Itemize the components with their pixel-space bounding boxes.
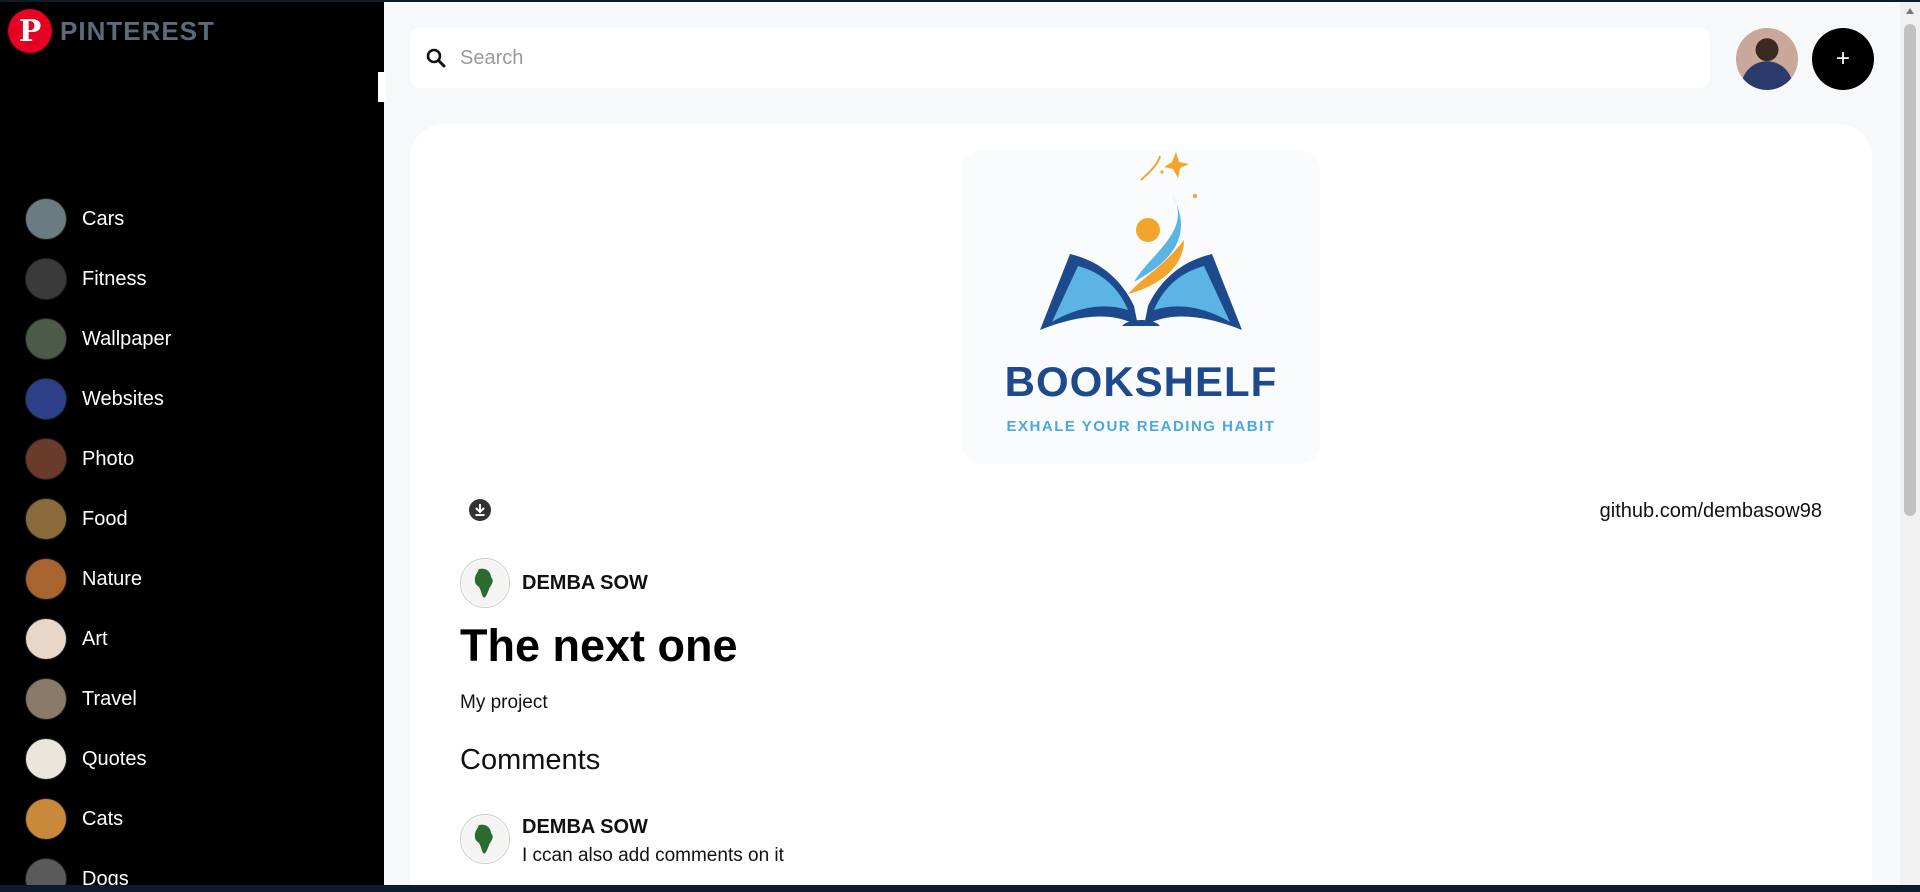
category-thumbnail: [25, 558, 67, 600]
pinterest-logo-icon: P: [8, 9, 52, 53]
sidebar-item-label: Wallpaper: [82, 327, 172, 350]
sidebar-item-food[interactable]: Food: [25, 489, 171, 549]
category-thumbnail: [25, 438, 67, 480]
category-thumbnail: [25, 258, 67, 300]
sidebar-item-nature[interactable]: Nature: [25, 549, 171, 609]
sidebar-item-fitness[interactable]: Fitness: [25, 249, 171, 309]
sidebar-item-label: Quotes: [82, 747, 147, 770]
category-thumbnail: [25, 318, 67, 360]
sidebar-item-cats[interactable]: Cats: [25, 789, 171, 849]
category-thumbnail: [25, 198, 67, 240]
sidebar-item-label: Nature: [82, 567, 143, 590]
comment-item: DEMBA SOW I ccan also add comments on it: [460, 814, 784, 867]
image-title-text: BOOKSHELF: [1004, 358, 1278, 405]
sidebar-item-websites[interactable]: Websites: [25, 369, 171, 429]
comments-heading: Comments: [460, 744, 601, 776]
scroll-up-icon[interactable]: [1906, 8, 1914, 14]
sidebar-item-dogs[interactable]: Dogs: [25, 849, 171, 885]
globe-avatar-icon[interactable]: [460, 814, 510, 864]
sidebar-item-quotes[interactable]: Quotes: [25, 729, 171, 789]
category-thumbnail: [25, 798, 67, 840]
brand-name: PINTEREST: [60, 15, 215, 46]
globe-avatar-icon: [460, 558, 510, 608]
sidebar-item-label: Fitness: [82, 267, 147, 290]
category-thumbnail: [25, 618, 67, 660]
pin-author[interactable]: DEMBA SOW: [460, 558, 648, 608]
category-thumbnail: [25, 738, 67, 780]
sidebar-item-label: Cars: [82, 207, 125, 230]
search-icon: [426, 48, 446, 68]
sidebar-item-label: Photo: [82, 447, 135, 470]
download-icon[interactable]: [468, 498, 492, 522]
sidebar-item-art[interactable]: Art: [25, 609, 171, 669]
sidebar-collapse-tab[interactable]: [378, 72, 386, 102]
pin-title: The next one: [460, 620, 738, 671]
sidebar-item-label: Food: [82, 507, 128, 530]
search-bar: [410, 28, 1710, 88]
user-avatar[interactable]: [1736, 28, 1798, 90]
sidebar-item-label: Websites: [82, 387, 164, 410]
sidebar-item-label: Art: [82, 627, 108, 650]
author-name: DEMBA SOW: [522, 571, 648, 594]
sidebar-item-travel[interactable]: Travel: [25, 669, 171, 729]
add-pin-button[interactable]: +: [1812, 28, 1874, 90]
sidebar: P PINTEREST Cars Fitness Wallpaper Websites…: [0, 2, 386, 885]
sidebar-item-label: Travel: [82, 687, 137, 710]
sidebar-item-cars[interactable]: Cars: [25, 189, 171, 249]
search-input[interactable]: [458, 45, 1710, 71]
category-thumbnail: [25, 378, 67, 420]
page-scrollbar[interactable]: [1900, 2, 1920, 885]
sidebar-item-label: Dogs: [82, 867, 129, 886]
scrollbar-thumb[interactable]: [1904, 24, 1916, 516]
app-window: P PINTEREST Cars Fitness Wallpaper Websites…: [0, 2, 1920, 885]
pin-source-link[interactable]: github.com/dembasow98: [1600, 500, 1822, 523]
pin-description: My project: [460, 692, 548, 713]
comment-text: I ccan also add comments on it: [522, 845, 784, 866]
pin-detail-card: BOOKSHELF EXHALE YOUR READING HABIT gith…: [410, 124, 1872, 885]
pin-image: BOOKSHELF EXHALE YOUR READING HABIT: [962, 150, 1320, 464]
sidebar-item-label: Cats: [82, 807, 124, 830]
image-tagline-text: EXHALE YOUR READING HABIT: [1006, 418, 1276, 435]
sidebar-item-wallpaper[interactable]: Wallpaper: [25, 309, 171, 369]
category-thumbnail: [25, 498, 67, 540]
category-thumbnail: [25, 678, 67, 720]
category-list: Cars Fitness Wallpaper Websites Photo Food Nat…: [25, 189, 171, 885]
brand[interactable]: P PINTEREST: [8, 9, 215, 53]
comment-author[interactable]: DEMBA SOW: [522, 816, 784, 839]
sidebar-item-photo[interactable]: Photo: [25, 429, 171, 489]
book-logo-icon: [1040, 152, 1242, 330]
comment-body: DEMBA SOW I ccan also add comments on it: [522, 814, 784, 867]
category-thumbnail: [25, 858, 67, 885]
